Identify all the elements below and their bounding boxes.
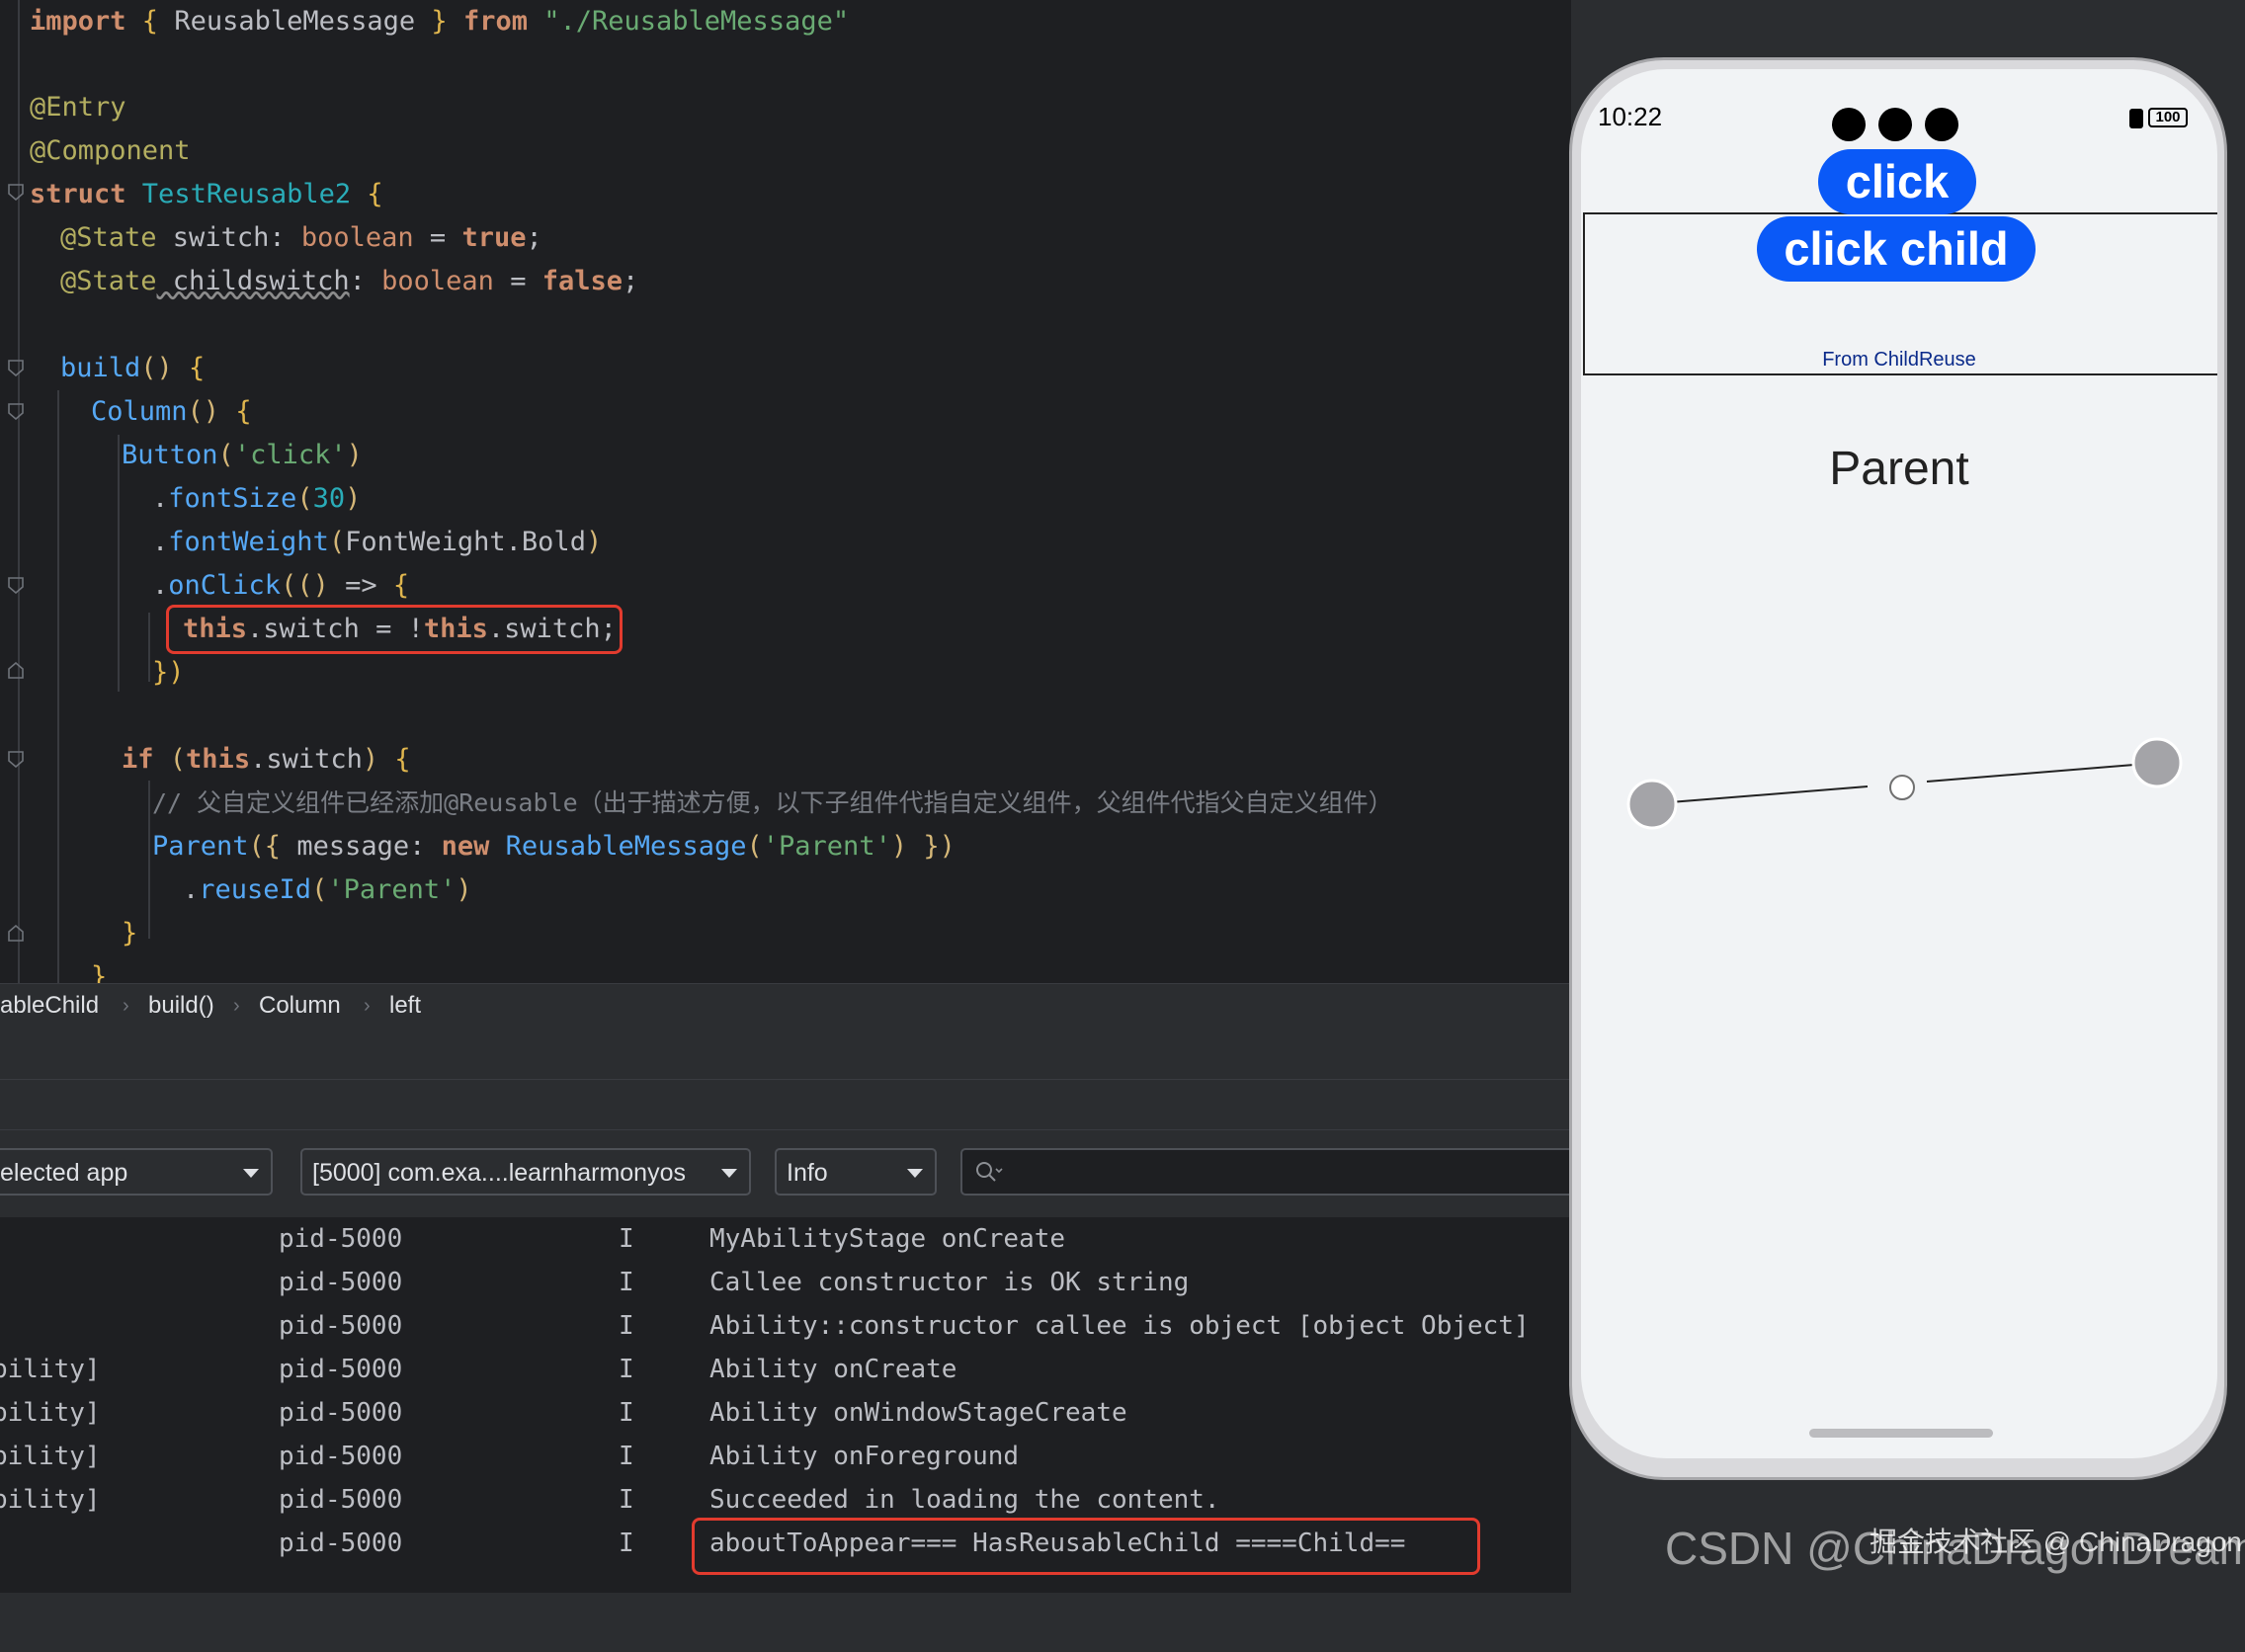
sim-icon — [2129, 109, 2143, 128]
chevron-down-icon — [907, 1169, 923, 1178]
log-search-input[interactable] — [960, 1148, 1593, 1196]
log-row[interactable]: bility] pid-5000 I Succeeded in loading the… — [0, 1478, 1571, 1522]
chevron-right-icon: › — [123, 995, 129, 1017]
code-line-20: Parent({ message: new ReusableMessage('P… — [152, 831, 956, 862]
fold-icon[interactable] — [8, 360, 24, 376]
camera-icon — [1925, 108, 1958, 141]
log-filter-bar: elected app [5000] com.exa....learnharmo… — [0, 1130, 1593, 1217]
log-panel: elected app [5000] com.exa....learnharmo… — [0, 1130, 1593, 1593]
log-level-dropdown[interactable]: Info — [775, 1148, 937, 1196]
fold-icon[interactable] — [8, 577, 24, 594]
device-filter-value: elected app — [0, 1159, 128, 1187]
fold-end-icon[interactable] — [8, 925, 24, 942]
status-time: 10:22 — [1598, 102, 1663, 131]
log-row[interactable]: pid-5000 I Callee constructor is OK string — [0, 1261, 1571, 1304]
home-indicator[interactable] — [1809, 1429, 1993, 1438]
code-line-21: .reuseId('Parent') — [183, 874, 472, 905]
fold-icon[interactable] — [8, 184, 24, 201]
code-line-11: Button('click') — [122, 440, 363, 470]
juejin-watermark: 掘金技术社区 @ ChinaDragon — [1870, 1527, 2242, 1557]
tool-window-toolbar — [0, 1080, 1571, 1130]
code-line-18: if (this.switch) { — [122, 744, 411, 775]
highlight-box — [692, 1518, 1480, 1575]
chevron-down-icon — [721, 1169, 737, 1178]
log-row[interactable]: bility] pid-5000 I Ability onForeground — [0, 1435, 1571, 1478]
fold-end-icon[interactable] — [8, 662, 24, 679]
click-child-button[interactable]: click child — [1757, 216, 2036, 282]
breadcrumb-item[interactable]: left — [389, 984, 421, 1028]
code-line-1: import { ReusableMessage } from "./Reusa… — [30, 6, 850, 37]
camera-icon — [1832, 108, 1866, 141]
breadcrumb: ableChild › build() › Column › left — [0, 983, 1571, 1028]
code-line-23: } — [91, 961, 108, 983]
process-filter-value: [5000] com.exa....learnharmonyos — [312, 1159, 686, 1187]
device-filter-dropdown[interactable]: elected app — [0, 1148, 273, 1196]
tool-window-header — [0, 1028, 1571, 1080]
code-line-13: .fontWeight(FontWeight.Bold) — [152, 527, 603, 557]
indent-guide — [148, 781, 150, 939]
code-line-14: .onClick(() => { — [152, 570, 410, 601]
indent-guide — [148, 613, 150, 682]
parent-text: Parent — [1829, 443, 1969, 495]
code-line-4: @Component — [30, 135, 191, 166]
indent-guide — [57, 390, 59, 983]
code-line-16: }) — [152, 657, 185, 688]
log-row[interactable]: bility] pid-5000 I Ability onCreate — [0, 1348, 1571, 1391]
battery-level: 100 — [2155, 109, 2181, 125]
code-line-3: @Entry — [30, 92, 126, 123]
chevron-down-icon — [243, 1169, 259, 1178]
click-button[interactable]: click — [1818, 149, 1976, 214]
highlight-box — [166, 605, 623, 654]
code-line-19-comment: // 父自定义组件已经添加@Reusable（出于描述方便，以下子组件代指自定义… — [152, 788, 1393, 817]
code-line-7: @State childswitch: boolean = false; — [60, 266, 639, 296]
fold-icon[interactable] — [8, 751, 24, 768]
chevron-right-icon: › — [364, 995, 371, 1017]
battery-icon: 100 — [2148, 108, 2188, 127]
code-line-22: } — [122, 918, 138, 949]
child-reuse-text: From ChildReuse — [1822, 349, 1976, 371]
search-icon — [976, 1162, 1003, 1182]
log-row[interactable]: pid-5000 I Ability::constructor callee is … — [0, 1304, 1571, 1348]
code-line-6: @State switch: boolean = true; — [60, 222, 542, 253]
slider-graphic[interactable] — [1581, 702, 2217, 899]
code-editor[interactable]: import { ReusableMessage } from "./Reusa… — [0, 0, 1571, 983]
code-line-9: build() { — [60, 353, 206, 383]
code-line-10: Column() { — [91, 396, 252, 427]
fold-icon[interactable] — [8, 403, 24, 420]
log-level-value: Info — [787, 1159, 828, 1187]
process-filter-dropdown[interactable]: [5000] com.exa....learnharmonyos — [300, 1148, 751, 1196]
indent-guide — [118, 435, 120, 692]
breadcrumb-item[interactable]: build() — [148, 984, 214, 1028]
camera-icon — [1878, 108, 1912, 141]
breadcrumb-item[interactable]: ableChild — [0, 984, 99, 1028]
chevron-right-icon: › — [233, 995, 240, 1017]
log-row[interactable]: bility] pid-5000 I Ability onWindowStageCre… — [0, 1391, 1571, 1435]
breadcrumb-item[interactable]: Column — [259, 984, 341, 1028]
code-line-12: .fontSize(30) — [152, 483, 362, 514]
log-row[interactable]: pid-5000 I MyAbilityStage onCreate — [0, 1217, 1571, 1261]
gutter-divider — [18, 0, 20, 983]
phone-screen: 10:22 100 From ChildReuse click click ch… — [1581, 69, 2217, 1458]
code-line-5: struct TestReusable2 { — [30, 179, 383, 209]
